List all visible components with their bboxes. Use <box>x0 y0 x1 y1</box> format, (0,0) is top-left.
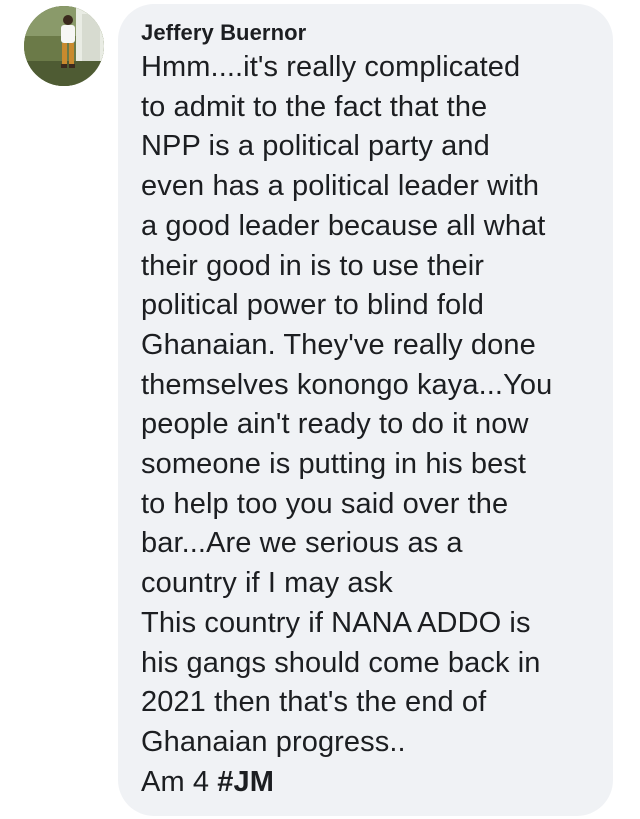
comment-line: 2021 then that's the end of <box>141 686 487 719</box>
comment-last-line: Am 4 #JM <box>141 763 597 803</box>
comment-line: country if I may ask <box>141 567 393 600</box>
comment-line: Ghanaian progress.. <box>141 725 406 758</box>
hashtag-link[interactable]: #JM <box>217 766 274 798</box>
comment-line: even has a political leader with <box>141 170 540 203</box>
comment-text: Hmm....it's really complicated to admit … <box>141 48 597 802</box>
comment-line: NPP is a political party and <box>141 130 490 163</box>
comment-line: bar...Are we serious as a <box>141 527 463 560</box>
comment-line: people ain't ready to do it now <box>141 408 529 441</box>
comment-line: to help too you said over the <box>141 487 509 520</box>
author-name[interactable]: Jeffery Buernor <box>141 20 597 48</box>
comment-line: This country if NANA ADDO is <box>141 606 531 639</box>
profile-photo-icon <box>24 6 104 86</box>
comment-line: someone is putting in his best <box>141 448 527 481</box>
comment-line: a good leader because all what <box>141 209 546 242</box>
comment: Jeffery Buernor Hmm....it's really compl… <box>0 0 640 819</box>
avatar[interactable] <box>24 6 104 86</box>
comment-line: his gangs should come back in <box>141 646 541 679</box>
comment-line: political power to blind fold <box>141 289 485 322</box>
comment-line: to admit to the fact that the <box>141 90 488 123</box>
comment-line-prefix: Am 4 <box>141 765 218 798</box>
comment-line: Ghanaian. They've really done <box>141 328 536 361</box>
comment-line: themselves konongo kaya...You <box>141 368 553 401</box>
comment-bubble: Jeffery Buernor Hmm....it's really compl… <box>118 4 613 816</box>
comment-line: their good in is to use their <box>141 249 485 282</box>
comment-line: Hmm....it's really complicated <box>141 51 521 83</box>
